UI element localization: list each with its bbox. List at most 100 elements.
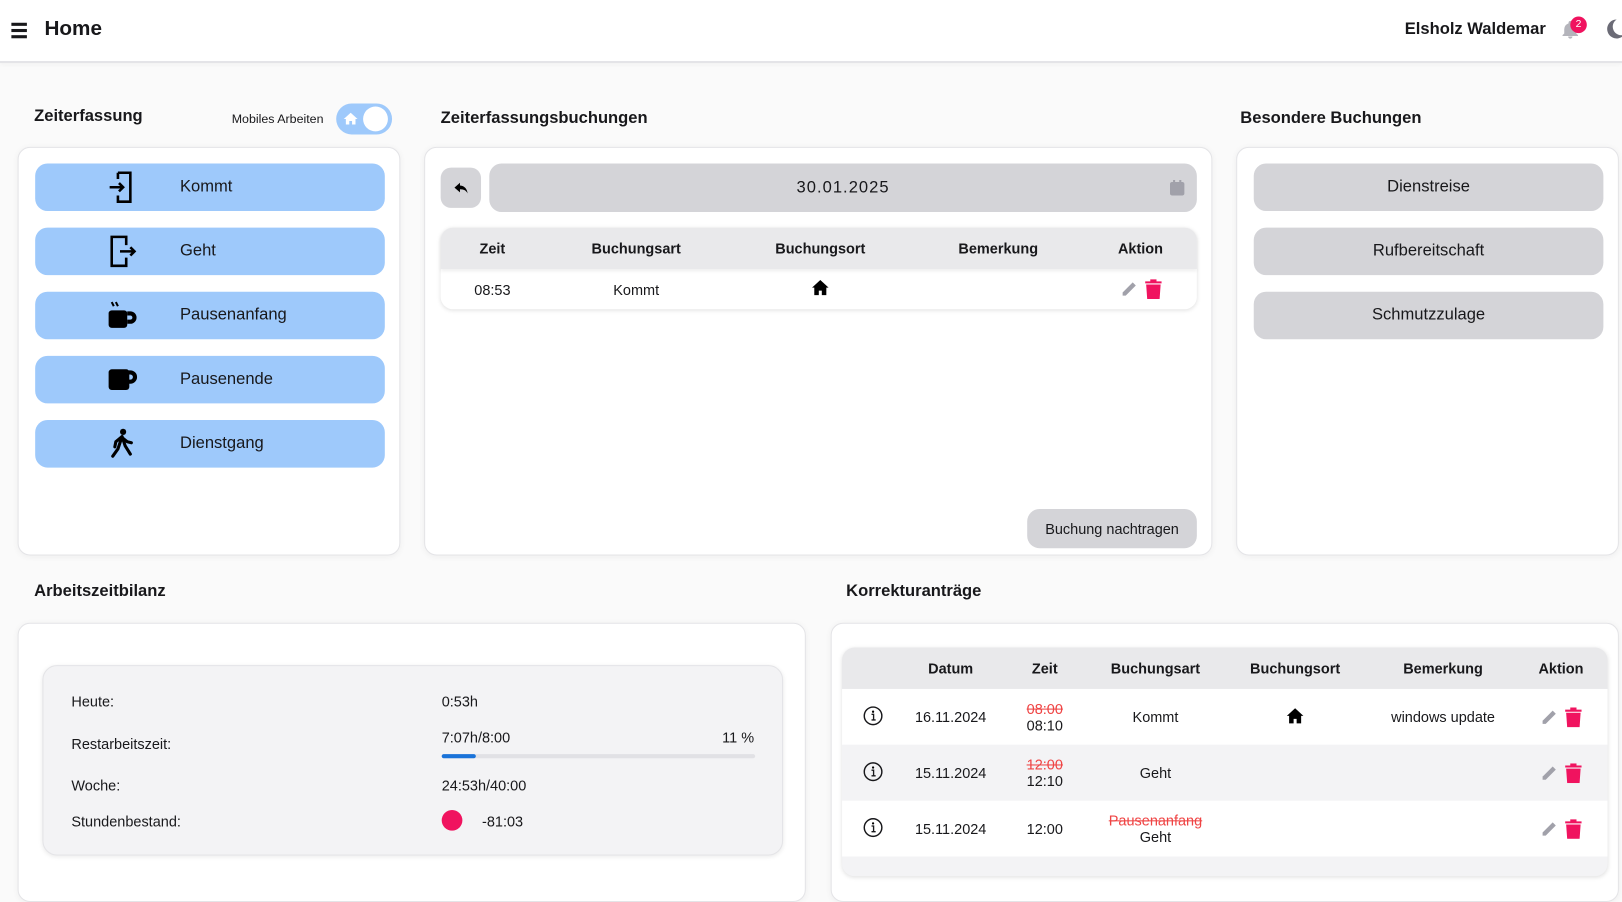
dienstgang-button[interactable]: Dienstgang [35, 419, 385, 468]
home-icon [343, 112, 358, 125]
login-icon [106, 171, 139, 204]
date-field[interactable]: 30.01.2025 [489, 163, 1197, 213]
info-icon[interactable] [842, 705, 904, 729]
kommt-button[interactable]: Kommt [35, 163, 385, 212]
row-datum: 16.11.2024 [914, 708, 987, 726]
row-ort [1219, 707, 1372, 727]
back-button[interactable] [440, 167, 482, 208]
row-datum: 15.11.2024 [914, 764, 987, 782]
bilanz-card: Heute: 0:53h Restarbeitszeit: 7:07h/8:00… [17, 622, 806, 902]
table-row: 15.11.2024 12:00 Pausenanfang Geht [842, 800, 1608, 857]
col-datum: Datum [928, 659, 974, 677]
col-buchungsort: Buchungsort [775, 239, 866, 257]
moon-icon [1607, 19, 1622, 39]
row-zeit: 12:00 12:10 [997, 756, 1092, 789]
page-title: Home [44, 17, 102, 41]
zeiterfassung-title: Zeiterfassung [34, 107, 143, 126]
geht-button[interactable]: Geht [35, 227, 385, 276]
heute-value: 0:53h [441, 693, 478, 710]
row-art: Pausenanfang Geht [1092, 812, 1218, 845]
korrektur-table: Datum Zeit Buchungsart Buchungsort Bemer… [842, 647, 1608, 877]
heute-label: Heute: [71, 693, 115, 710]
col-aktion: Aktion [1538, 659, 1584, 677]
info-icon[interactable] [842, 817, 904, 841]
buchungen-title: Zeiterfassungsbuchungen [440, 109, 648, 128]
menu-icon[interactable] [11, 22, 27, 38]
table-row: 16.11.2024 08:00 08:10 Kommt windows upda… [842, 688, 1608, 745]
table-header: Zeit Buchungsart Buchungsort Bemerkung A… [440, 227, 1197, 269]
rest-percent: 11 % [722, 729, 755, 746]
new-art: Geht [1139, 764, 1172, 782]
bestand-value: -81:03 [482, 813, 524, 830]
delete-icon[interactable] [1565, 818, 1582, 839]
new-zeit: 12:00 [1026, 820, 1063, 837]
notifications-button[interactable]: 2 [1560, 16, 1587, 46]
new-art: Geht [1139, 828, 1172, 846]
coffee-icon [106, 363, 139, 396]
woche-value: 24:53h/40:00 [441, 776, 527, 794]
info-icon[interactable] [842, 761, 904, 785]
buchungen-card: 30.01.2025 Zeit Buchungsart Buchungsort … [424, 146, 1213, 556]
row-zeit: 08:53 [474, 280, 511, 298]
col-bemerkung: Bemerkung [958, 239, 1039, 257]
woche-label: Woche: [71, 776, 121, 794]
col-buchungsart: Buchungsart [1110, 659, 1201, 677]
buchung-nachtragen-button[interactable]: Buchung nachtragen [1027, 508, 1197, 549]
reply-arrow-icon [453, 182, 468, 193]
new-zeit: 08:10 [1026, 716, 1063, 734]
walking-icon [106, 427, 139, 460]
calendar-icon[interactable] [1169, 179, 1185, 196]
edit-icon[interactable] [1120, 279, 1139, 298]
edit-icon[interactable] [1540, 819, 1559, 838]
row-art: Geht [1092, 764, 1218, 781]
rest-value: 7:07h/8:00 [441, 729, 511, 746]
dienstreise-button[interactable]: Dienstreise [1253, 163, 1604, 212]
zeiterfassung-card: Kommt Geht Pausenanfang Pausenende Diens… [17, 146, 401, 556]
rest-progress-fill [441, 754, 477, 759]
pausenanfang-button[interactable]: Pausenanfang [35, 291, 385, 340]
old-art: Pausenanfang [1108, 812, 1203, 829]
table-row: 08:53 Kommt [441, 269, 1197, 309]
top-bar: Home Elsholz Waldemar 2 [0, 0, 1622, 64]
home-icon [1286, 707, 1304, 723]
besondere-title: Besondere Buchungen [1240, 109, 1422, 128]
rufbereitschaft-button[interactable]: Rufbereitschaft [1253, 227, 1604, 276]
new-zeit: 12:10 [1026, 772, 1063, 790]
rest-progress-bar [441, 754, 756, 759]
row-datum: 15.11.2024 [914, 820, 987, 837]
notification-badge: 2 [1570, 16, 1587, 34]
col-buchungsart: Buchungsart [591, 239, 681, 257]
old-zeit: 12:00 [1026, 756, 1063, 773]
logout-icon [106, 235, 139, 268]
delete-icon[interactable] [1565, 762, 1582, 783]
new-art: Kommt [1132, 708, 1179, 726]
toggle-knob [363, 106, 388, 132]
rest-label: Restarbeitszeit: [71, 735, 172, 753]
bilanz-title: Arbeitszeitbilanz [34, 582, 166, 600]
col-aktion: Aktion [1117, 239, 1164, 257]
bestand-label: Stundenbestand: [71, 813, 181, 830]
delete-icon[interactable] [1565, 707, 1582, 727]
home-icon [728, 279, 912, 299]
row-art: Kommt [1092, 709, 1218, 726]
buchungen-table: Zeit Buchungsart Buchungsort Bemerkung A… [440, 227, 1197, 310]
bilanz-box: Heute: 0:53h Restarbeitszeit: 7:07h/8:00… [42, 665, 784, 856]
edit-icon[interactable] [1540, 707, 1559, 726]
col-bemerkung: Bemerkung [1403, 659, 1483, 677]
edit-icon[interactable] [1540, 763, 1559, 782]
row-bemerkung: windows update [1391, 708, 1495, 726]
schmutzzulage-button[interactable]: Schmutzzulage [1253, 291, 1604, 340]
row-zeit: 08:00 08:10 [997, 700, 1092, 733]
col-zeit: Zeit [479, 239, 506, 257]
mobile-work-toggle[interactable] [336, 103, 393, 135]
col-zeit: Zeit [1031, 659, 1058, 677]
theme-toggle[interactable] [1603, 18, 1622, 46]
table-header: Datum Zeit Buchungsart Buchungsort Bemer… [842, 647, 1608, 689]
row-art: Kommt [613, 280, 660, 298]
bestand-status-dot [441, 809, 463, 831]
old-zeit: 08:00 [1026, 700, 1063, 717]
pausenende-button[interactable]: Pausenende [35, 355, 385, 404]
korrektur-title: Korrekturanträge [846, 582, 982, 600]
delete-icon[interactable] [1144, 279, 1162, 299]
user-name[interactable]: Elsholz Waldemar [1405, 21, 1546, 40]
